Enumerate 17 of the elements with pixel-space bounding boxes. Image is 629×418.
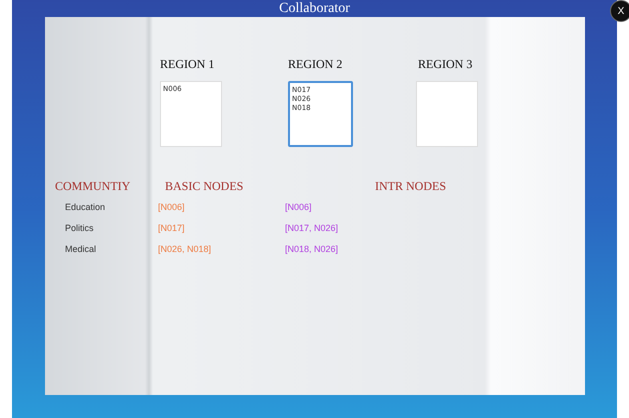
window-title: Collaborator <box>278 0 351 17</box>
community-label: Politics <box>65 223 94 233</box>
basic-nodes-value: [N026, N018] <box>158 244 212 254</box>
column-heading: BASIC NODES <box>164 179 244 194</box>
region-list[interactable] <box>416 81 478 147</box>
column-heading: INTR NODES <box>374 179 447 194</box>
intr-nodes-value: [N018, N026] <box>285 244 338 254</box>
intr-nodes-value: [N006] <box>285 202 312 212</box>
basic-nodes-value: [N006] <box>158 202 185 212</box>
community-label: Education <box>65 202 106 212</box>
intr-nodes-value: [N017, N026] <box>285 223 338 233</box>
region-heading: REGION 2 <box>288 57 342 73</box>
community-label: Medical <box>65 244 96 254</box>
region-heading: REGION 3 <box>418 57 472 73</box>
region-heading: REGION 1 <box>160 57 214 73</box>
column-heading: COMMUNTIY <box>55 179 132 194</box>
basic-nodes-value: [N017] <box>158 223 185 233</box>
